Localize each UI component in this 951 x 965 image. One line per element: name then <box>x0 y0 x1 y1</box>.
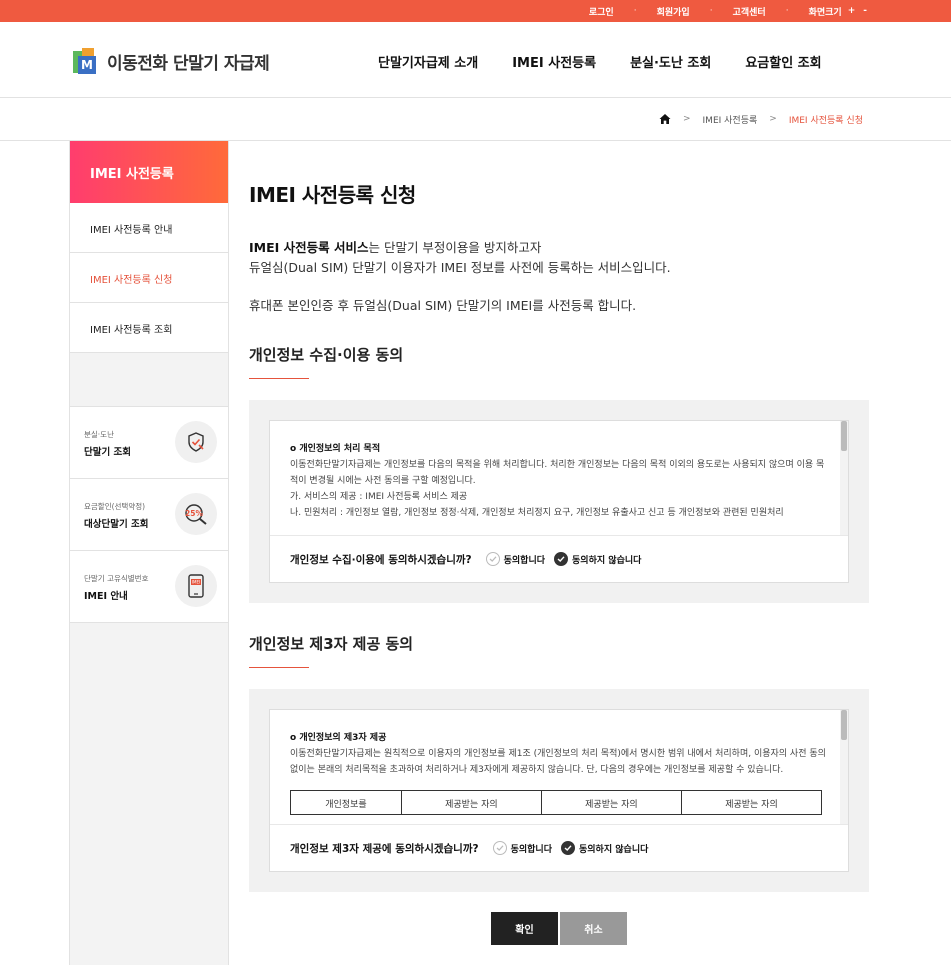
disagree-radio[interactable]: 동의하지 않습니다 <box>561 841 648 855</box>
site-logo[interactable]: M 이동전화 단말기 자급제 <box>73 48 270 74</box>
quick-link-discount-device[interactable]: 요금할인(선택약정) 대상단말기 조회 25% <box>70 479 228 551</box>
sidebar-item-imei-apply[interactable]: IMEI 사전등록 신청 <box>70 253 228 303</box>
terms-scrollbar[interactable] <box>840 710 848 824</box>
main-content: IMEI 사전등록 신청 IMEI 사전등록 서비스는 단말기 부정이용을 방지… <box>249 141 869 945</box>
agree-radio[interactable]: 동의합니다 <box>492 841 552 855</box>
discount-search-icon: 25% <box>175 493 217 535</box>
top-utility-bar: 로그인 · 회원가입 · 고객센터 · 화면크기 + - <box>0 0 951 22</box>
third-party-table: 개인정보를 제공받는 자의 제공받는 자의 제공받는 자의 <box>290 790 823 815</box>
terms-title: o 개인정보의 처리 목적 <box>290 444 381 454</box>
agreement-question: 개인정보 제3자 제공에 동의하시겠습니까? <box>290 842 479 855</box>
intro-line3: 휴대폰 본인인증 후 듀얼심(Dual SIM) 단말기의 IMEI를 사전등록… <box>249 298 637 313</box>
table-header: 제공받는 자의 <box>540 790 682 815</box>
cancel-button[interactable]: 취소 <box>560 912 627 945</box>
font-size-plus-button[interactable]: + <box>846 6 858 16</box>
home-icon[interactable] <box>659 113 671 125</box>
font-size-minus-button[interactable]: - <box>861 6 869 16</box>
terms-title: o 개인정보의 제3자 제공 <box>290 733 387 743</box>
disagree-label: 동의하지 않습니다 <box>572 555 642 566</box>
scrollbar-thumb[interactable] <box>841 421 847 451</box>
support-link[interactable]: 고객센터 <box>733 5 766 18</box>
check-circle-icon <box>554 552 569 566</box>
nav-item-imei-register[interactable]: IMEI 사전등록 <box>512 52 596 71</box>
table-header: 제공받는 자의 <box>400 790 542 815</box>
logo-letter: M <box>78 56 96 74</box>
disagree-radio[interactable]: 동의하지 않습니다 <box>554 552 641 566</box>
confirm-button[interactable]: 확인 <box>491 912 558 945</box>
logo-mark-icon: M <box>73 48 101 74</box>
page-title: IMEI 사전등록 신청 <box>249 183 416 207</box>
sidebar-item-imei-lookup[interactable]: IMEI 사전등록 조회 <box>70 303 228 353</box>
section-underline <box>249 667 309 668</box>
section-underline <box>249 378 309 379</box>
breadcrumb-separator: > <box>682 114 691 124</box>
font-size-control: 화면크기 + - <box>809 5 869 18</box>
agreement-question-row: 개인정보 제3자 제공에 동의하시겠습니까? 동의합니다 동의하지 않습니다 <box>270 824 848 871</box>
terms-body: 이동전화단말기자급제는 원칙적으로 이용자의 개인정보를 제1조 (개인정보의 … <box>290 749 826 775</box>
agree-label: 동의합니다 <box>510 844 552 855</box>
sidebar-spacer <box>70 353 228 407</box>
sidebar-item-imei-guide[interactable]: IMEI 사전등록 안내 <box>70 203 228 253</box>
separator-dot: · <box>785 6 789 16</box>
sidebar-title: IMEI 사전등록 <box>70 141 228 203</box>
breadcrumb-current: IMEI 사전등록 신청 <box>788 115 863 126</box>
site-header: M 이동전화 단말기 자급제 단말기자급제 소개 IMEI 사전등록 분실·도난… <box>0 22 951 98</box>
agree-label: 동의합니다 <box>503 555 546 566</box>
agreement-question: 개인정보 수집·이용에 동의하시겠습니까? <box>290 553 472 566</box>
form-buttons: 확인 취소 <box>249 912 869 945</box>
agreement-box-privacy-collect: o 개인정보의 처리 목적 이동전화단말기자급제는 개인정보를 다음의 목적을 … <box>249 400 869 603</box>
breadcrumb: > IMEI 사전등록 > IMEI 사전등록 신청 <box>0 98 951 141</box>
imei-badge-text: IMEI <box>192 580 200 585</box>
section-title-third-party: 개인정보 제3자 제공 동의 <box>249 635 414 653</box>
join-link[interactable]: 회원가입 <box>657 5 690 18</box>
quick-link-imei-info[interactable]: 단말기 고유식별번호 IMEI 안내 IMEI <box>70 551 228 623</box>
nav-item-lost-stolen[interactable]: 분실·도난 조회 <box>630 52 711 71</box>
breadcrumb-separator: > <box>769 114 777 124</box>
nav-item-intro[interactable]: 단말기자급제 소개 <box>378 52 478 71</box>
separator-dot: · <box>709 6 713 16</box>
login-link[interactable]: 로그인 <box>589 5 614 18</box>
scrollbar-thumb[interactable] <box>841 710 847 740</box>
check-circle-icon <box>485 552 500 566</box>
sidebar-quick-links: 분실·도난 단말기 조회 요금할인(선택약정) 대상단말기 조회 25% 단말기… <box>70 407 228 623</box>
check-circle-icon <box>492 841 507 855</box>
main-nav: 단말기자급제 소개 IMEI 사전등록 분실·도난 조회 요금할인 조회 <box>378 52 822 71</box>
font-size-label: 화면크기 <box>808 7 842 18</box>
logo-text: 이동전화 단말기 자급제 <box>107 53 270 74</box>
agree-radio[interactable]: 동의합니다 <box>485 552 546 566</box>
check-circle-icon <box>561 841 575 855</box>
sidebar: IMEI 사전등록 IMEI 사전등록 안내 IMEI 사전등록 신청 IMEI… <box>69 141 229 965</box>
terms-scroll-area[interactable]: o 개인정보의 제3자 제공 이동전화단말기자급제는 원칙적으로 이용자의 개인… <box>270 710 848 824</box>
intro-rest: 는 단말기 부정이용을 방지하고자 <box>368 240 542 255</box>
sidebar-menu: IMEI 사전등록 안내 IMEI 사전등록 신청 IMEI 사전등록 조회 <box>70 203 228 353</box>
intro-line2: 듀얼심(Dual SIM) 단말기 이용자가 IMEI 정보를 사전에 등록하는… <box>249 260 671 275</box>
nav-item-discount[interactable]: 요금할인 조회 <box>745 52 821 71</box>
phone-imei-icon: IMEI <box>175 565 217 607</box>
intro-bold: IMEI 사전등록 서비스 <box>249 240 369 255</box>
agreement-question-row: 개인정보 수집·이용에 동의하시겠습니까? 동의합니다 동의하지 않습니다 <box>270 535 848 582</box>
section-title-privacy-collect: 개인정보 수집·이용 동의 <box>249 346 404 364</box>
table-header: 제공받는 자의 <box>680 790 823 815</box>
terms-scroll-area[interactable]: o 개인정보의 처리 목적 이동전화단말기자급제는 개인정보를 다음의 목적을 … <box>270 421 848 535</box>
terms-item: 나. 민원처리 : 개인정보 열람, 개인정보 정정·삭제, 개인정보 처리정지… <box>290 508 784 518</box>
terms-scrollbar[interactable] <box>840 421 848 535</box>
terms-body: 이동전화단말기자급제는 개인정보를 다음의 목적을 위해 처리합니다. 처리한 … <box>290 460 825 486</box>
terms-item: 가. 서비스의 제공 : IMEI 사전등록 서비스 제공 <box>290 492 468 502</box>
agreement-box-third-party: o 개인정보의 제3자 제공 이동전화단말기자급제는 원칙적으로 이용자의 개인… <box>249 689 869 892</box>
separator-dot: · <box>633 6 637 16</box>
disagree-label: 동의하지 않습니다 <box>579 844 649 855</box>
breadcrumb-item[interactable]: IMEI 사전등록 <box>703 113 758 126</box>
quick-link-lost-device[interactable]: 분실·도난 단말기 조회 <box>70 407 228 479</box>
intro-text: IMEI 사전등록 서비스는 단말기 부정이용을 방지하고자 듀얼심(Dual … <box>249 238 869 278</box>
agreement-panel: o 개인정보의 제3자 제공 이동전화단말기자급제는 원칙적으로 이용자의 개인… <box>269 709 849 872</box>
table-header: 개인정보를 <box>290 790 402 815</box>
agreement-panel: o 개인정보의 처리 목적 이동전화단말기자급제는 개인정보를 다음의 목적을 … <box>269 420 849 583</box>
shield-check-icon <box>175 421 217 463</box>
discount-badge-text: 25% <box>185 509 203 518</box>
